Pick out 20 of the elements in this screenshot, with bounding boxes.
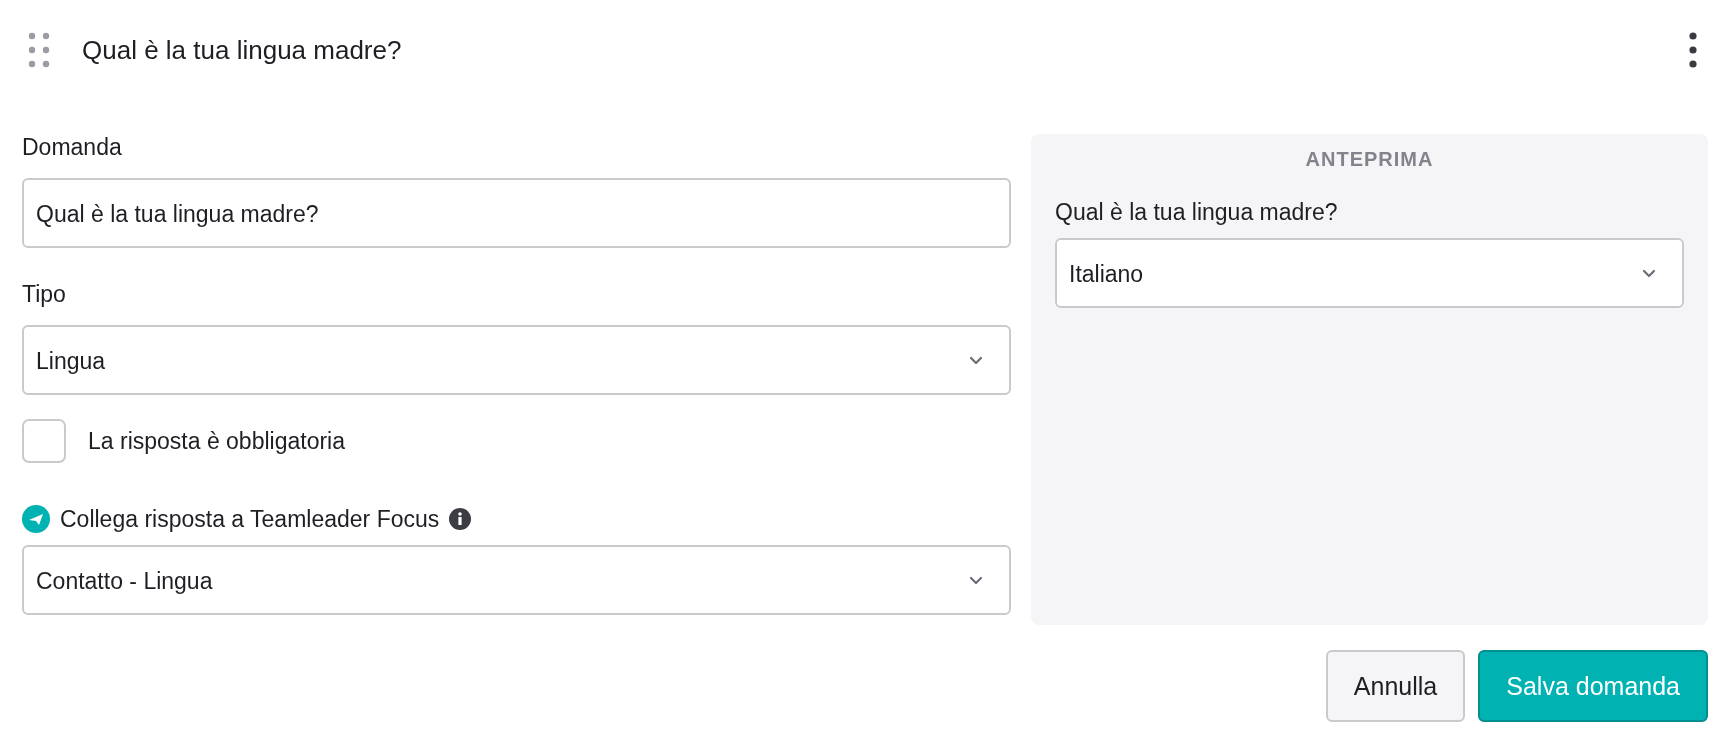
question-title: Qual è la tua lingua madre? — [82, 34, 403, 66]
paper-plane-logo-icon — [22, 505, 50, 533]
type-dropdown[interactable]: Lingua — [22, 325, 1011, 395]
field-label: Tipo — [22, 281, 67, 309]
chevron-down-icon — [1642, 268, 1656, 278]
question-field[interactable]: Qual è la tua lingua madre? — [22, 178, 1011, 248]
more-options-icon[interactable] — [1688, 32, 1698, 68]
link-dropdown[interactable]: Contatto - Lingua — [22, 545, 1011, 615]
preview-heading: ANTEPRIMA — [1305, 148, 1434, 171]
chevron-down-icon — [969, 355, 983, 365]
cancel-button[interactable]: Annulla — [1325, 650, 1466, 722]
required-checkbox[interactable] — [22, 419, 66, 463]
chevron-down-icon — [969, 575, 983, 585]
field-label: Domanda — [22, 134, 123, 162]
info-icon[interactable] — [449, 508, 472, 530]
checkbox-label: La risposta è obbligatoria — [88, 427, 345, 455]
language-dropdown[interactable]: Italiano — [1055, 238, 1684, 308]
drag-handle-icon[interactable] — [28, 32, 50, 68]
preview-question: Qual è la tua lingua madre? — [1055, 199, 1339, 226]
field-label: Collega risposta a Teamleader Focus — [60, 505, 440, 533]
